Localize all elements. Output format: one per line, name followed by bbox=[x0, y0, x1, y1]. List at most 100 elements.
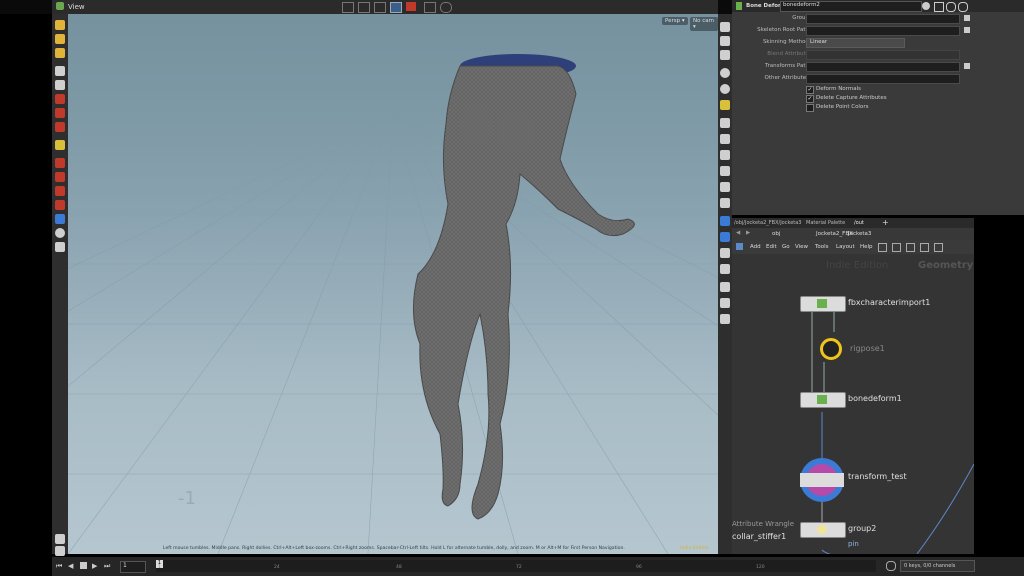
menu-view[interactable]: View bbox=[795, 244, 808, 250]
select-icon[interactable] bbox=[55, 20, 65, 30]
pose-icon[interactable] bbox=[55, 158, 65, 168]
network-options-icon[interactable] bbox=[920, 243, 929, 252]
selectable-icon[interactable] bbox=[720, 314, 730, 324]
points-icon[interactable] bbox=[720, 150, 730, 160]
arrow-icon[interactable] bbox=[55, 66, 65, 76]
skeleton-root-field[interactable] bbox=[806, 26, 960, 36]
viewport[interactable]: -1 Persp ▾ No cam ▾ Left mouse tumbles. … bbox=[68, 14, 718, 554]
node-chooser-icon[interactable] bbox=[964, 27, 970, 33]
rotate-tool-icon[interactable] bbox=[374, 2, 386, 13]
side-label-collar[interactable]: collar_stiffer1 bbox=[732, 532, 786, 541]
shading-icon[interactable] bbox=[720, 68, 730, 78]
checkbox-icon[interactable] bbox=[806, 104, 814, 112]
view-icon[interactable] bbox=[55, 214, 65, 224]
skip-start-icon[interactable]: ⏮ bbox=[56, 562, 62, 571]
node-rigpose1[interactable] bbox=[820, 338, 842, 360]
node-fbxcharacterimport1[interactable] bbox=[800, 296, 846, 312]
menu-go[interactable]: Go bbox=[782, 244, 790, 250]
camera-persp-button[interactable]: Persp ▾ bbox=[662, 17, 688, 25]
node-label-transform-test[interactable]: transform_test bbox=[848, 472, 907, 481]
timeline-track[interactable]: 1 1 24 48 72 96 120 bbox=[156, 560, 876, 572]
side-label-pin[interactable]: pin bbox=[848, 540, 859, 548]
magnet-icon[interactable] bbox=[55, 200, 65, 210]
question-icon[interactable] bbox=[958, 2, 968, 12]
menu-help[interactable]: Help bbox=[860, 244, 873, 250]
background-icon[interactable] bbox=[720, 134, 730, 144]
tools-icon[interactable] bbox=[878, 243, 887, 252]
lasso-icon[interactable] bbox=[55, 80, 65, 90]
ortho-icon[interactable] bbox=[720, 232, 730, 242]
grid-icon[interactable] bbox=[720, 118, 730, 128]
add-tab-icon[interactable]: + bbox=[882, 218, 889, 227]
frame-field[interactable]: 1 bbox=[120, 561, 146, 573]
menu-tools[interactable]: Tools bbox=[815, 244, 829, 250]
sticky-note-icon[interactable] bbox=[934, 243, 943, 252]
frame-icon[interactable] bbox=[720, 36, 730, 46]
play-icon[interactable]: ▶ bbox=[92, 562, 97, 570]
menu-edit[interactable]: Edit bbox=[766, 244, 777, 250]
node-label-group2[interactable]: group2 bbox=[848, 524, 876, 533]
light-icon[interactable] bbox=[720, 100, 730, 110]
bone-icon[interactable] bbox=[55, 172, 65, 182]
render-icon[interactable] bbox=[55, 242, 65, 252]
ghost-icon[interactable] bbox=[720, 248, 730, 258]
bg-image-icon[interactable] bbox=[720, 264, 730, 274]
rotate-icon[interactable] bbox=[55, 108, 65, 118]
normals-icon[interactable] bbox=[720, 166, 730, 176]
wireframe-icon[interactable] bbox=[720, 84, 730, 94]
snapshot-icon[interactable] bbox=[55, 546, 65, 556]
object-select-icon[interactable] bbox=[55, 48, 65, 58]
stop-icon[interactable] bbox=[80, 562, 87, 569]
node-bonedeform1[interactable] bbox=[800, 392, 846, 408]
node-group2[interactable] bbox=[800, 522, 846, 538]
camera-select-button[interactable]: No cam ▾ bbox=[690, 17, 718, 31]
move-tool-icon[interactable] bbox=[358, 2, 370, 13]
checkbox-delete-point-colors[interactable]: Delete Point Colors bbox=[732, 104, 1024, 114]
home-icon[interactable] bbox=[720, 22, 730, 32]
perspective-icon[interactable] bbox=[720, 216, 730, 226]
camera-icon[interactable] bbox=[440, 2, 452, 13]
template-icon[interactable] bbox=[720, 282, 730, 292]
network-editor[interactable]: /obj/Jocketa2_FBX/Jocketa3 Material Pale… bbox=[732, 218, 974, 554]
geo-select-icon[interactable] bbox=[55, 34, 65, 44]
skinning-method-select[interactable]: Linear bbox=[806, 38, 905, 48]
viewport-pane-icon[interactable] bbox=[56, 2, 64, 10]
path-obj[interactable]: obj bbox=[772, 231, 780, 237]
display-options-icon[interactable] bbox=[390, 2, 402, 13]
path-jocketa3[interactable]: Jocketa3 bbox=[848, 231, 871, 237]
realtime-icon[interactable] bbox=[886, 561, 896, 571]
footprint-icon[interactable] bbox=[720, 298, 730, 308]
lock-camera-icon[interactable] bbox=[720, 50, 730, 60]
help-icon[interactable] bbox=[934, 2, 944, 12]
gear-icon[interactable] bbox=[922, 2, 930, 10]
node-label-fbxcharacterimport1[interactable]: fbxcharacterimport1 bbox=[848, 298, 930, 307]
tab-out[interactable]: /out bbox=[854, 220, 864, 226]
back-icon[interactable]: ◀ bbox=[736, 230, 740, 236]
menu-add[interactable]: Add bbox=[750, 244, 761, 250]
skip-end-icon[interactable]: ⏭ bbox=[104, 562, 110, 571]
camera-view-icon[interactable] bbox=[55, 534, 65, 544]
other-attributes-field[interactable] bbox=[806, 74, 960, 84]
display-icon[interactable] bbox=[720, 198, 730, 208]
record-icon[interactable] bbox=[406, 2, 416, 11]
checkbox-icon[interactable]: ✓ bbox=[806, 86, 814, 94]
translate-icon[interactable] bbox=[55, 94, 65, 104]
display-flags-icon[interactable] bbox=[906, 243, 915, 252]
tab-network-path[interactable]: /obj/Jocketa2_FBX/Jocketa3 bbox=[734, 220, 801, 226]
scale-icon[interactable] bbox=[55, 122, 65, 132]
snap-icon[interactable] bbox=[424, 2, 436, 13]
info-icon[interactable] bbox=[946, 2, 956, 12]
transforms-path-field[interactable] bbox=[806, 62, 960, 72]
node-name-field[interactable]: bonedeform2 bbox=[780, 1, 922, 12]
lock-icon[interactable] bbox=[55, 228, 65, 238]
node-label-rigpose1[interactable]: rigpose1 bbox=[850, 344, 885, 353]
select-tool-icon[interactable] bbox=[342, 2, 354, 13]
network-canvas[interactable]: Indie Edition Geometry fbxcharacterimpor… bbox=[732, 254, 974, 554]
grid-view-icon[interactable] bbox=[736, 243, 743, 250]
tab-material-palette[interactable]: Material Palette bbox=[806, 220, 845, 226]
layout-icon[interactable] bbox=[892, 243, 901, 252]
forward-icon[interactable]: ▶ bbox=[746, 230, 750, 236]
uv-icon[interactable] bbox=[720, 182, 730, 192]
group-field[interactable] bbox=[806, 14, 960, 24]
node-label-bonedeform1[interactable]: bonedeform1 bbox=[848, 394, 902, 403]
